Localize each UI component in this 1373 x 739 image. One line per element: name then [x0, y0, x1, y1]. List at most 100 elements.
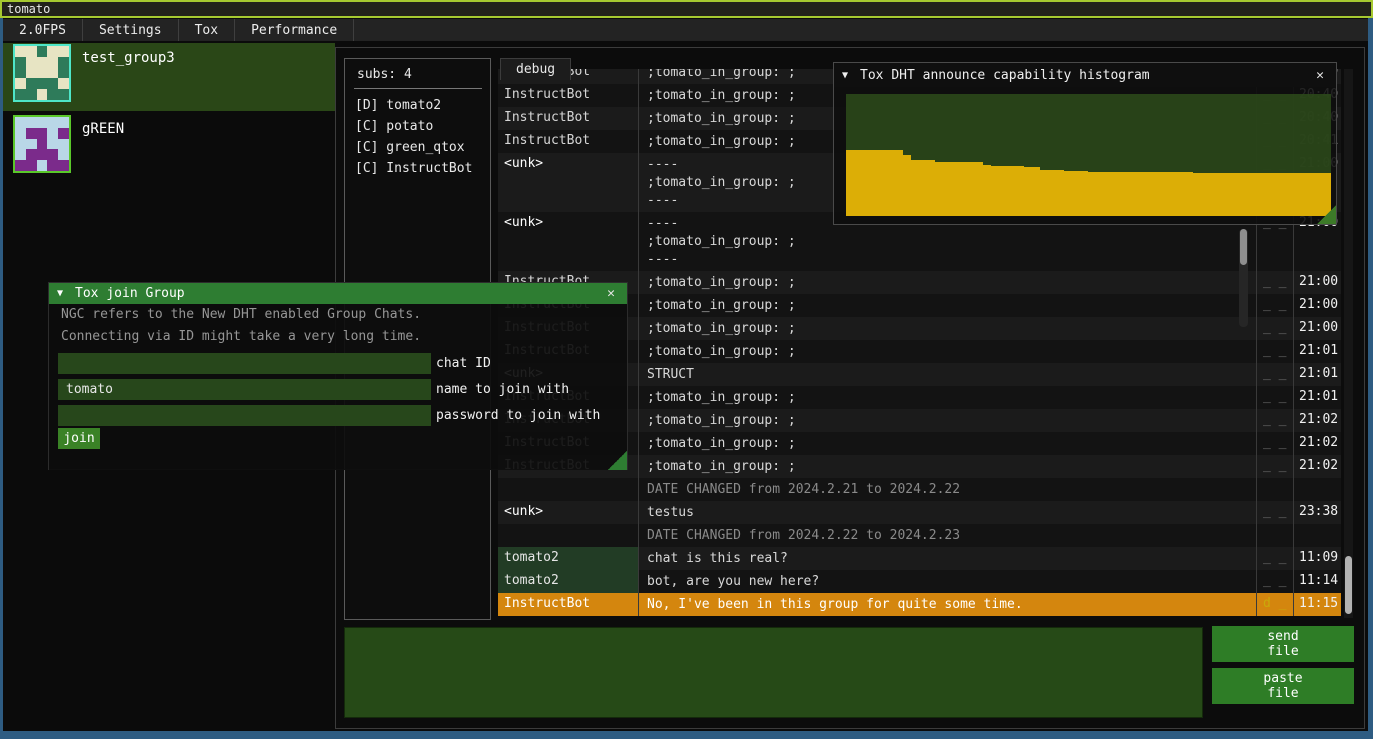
- avatar-pixel: [37, 117, 48, 128]
- chat-row[interactable]: tomato2bot, are you new here?_ _11:14: [498, 570, 1341, 593]
- histogram-bar: [903, 155, 911, 216]
- menu-item-settings[interactable]: Settings: [83, 19, 179, 41]
- chat-row[interactable]: DATE CHANGED from 2024.2.21 to 2024.2.22: [498, 478, 1341, 501]
- window-border-right: [1368, 18, 1373, 739]
- message-status-flags: _ _: [1256, 317, 1293, 340]
- histogram-titlebar[interactable]: ▼ Tox DHT announce capability histogram …: [834, 63, 1336, 87]
- message-text: ;tomato_in_group: ;: [638, 340, 1256, 363]
- subs-member[interactable]: [C] green_qtox: [345, 137, 490, 158]
- chat-row[interactable]: tomato2chat is this real?_ _11:09: [498, 547, 1341, 570]
- avatar-pixel: [37, 139, 48, 150]
- message-status-flags: _ _: [1256, 386, 1293, 409]
- histogram-bar: [1169, 172, 1177, 216]
- chat-row[interactable]: InstructBotNo, I've been in this group f…: [498, 593, 1341, 616]
- message-timestamp: 21:02: [1293, 409, 1341, 432]
- avatar-pixel: [58, 89, 69, 100]
- join-password-input[interactable]: [58, 405, 431, 426]
- subs-member[interactable]: [C] InstructBot: [345, 158, 490, 179]
- chat-row[interactable]: <unk>testus_ _23:38: [498, 501, 1341, 524]
- menu-item-tox[interactable]: Tox: [179, 19, 235, 41]
- avatar-pixel: [15, 68, 26, 79]
- join-group-window: ▼ Tox join Group ✕ NGC refers to the New…: [48, 282, 628, 470]
- message-status-flags: _ _: [1256, 294, 1293, 317]
- collapse-arrow-icon[interactable]: ▼: [842, 70, 848, 81]
- histogram-bar: [1218, 173, 1226, 216]
- resize-handle-icon[interactable]: [1317, 205, 1336, 224]
- avatar-pixel: [58, 57, 69, 68]
- window-title: tomato: [2, 3, 50, 15]
- avatar-pixel: [47, 149, 58, 160]
- group-item-gREEN[interactable]: gREEN: [3, 114, 335, 182]
- avatar-pixel: [37, 160, 48, 171]
- join-group-titlebar[interactable]: ▼ Tox join Group ✕: [49, 283, 627, 304]
- histogram-bar: [1250, 173, 1258, 216]
- message-author: InstructBot: [498, 84, 638, 107]
- avatar-pixel: [15, 78, 26, 89]
- group-item-test_group3[interactable]: test_group3: [3, 43, 335, 111]
- join-name-label: name to join with: [431, 382, 569, 397]
- histogram-bar: [1258, 173, 1266, 216]
- join-button[interactable]: join: [58, 428, 100, 449]
- messages-inner-scrollbar[interactable]: [1239, 229, 1248, 327]
- join-name-input[interactable]: [58, 379, 431, 400]
- histogram-bar: [862, 150, 870, 216]
- group-avatar: [13, 115, 71, 173]
- histogram-bar: [1201, 173, 1209, 216]
- message-text: ;tomato_in_group: ;: [638, 432, 1256, 455]
- message-input[interactable]: [344, 627, 1203, 718]
- message-timestamp: 21:01: [1293, 340, 1341, 363]
- messages-inner-scrollbar-thumb[interactable]: [1240, 229, 1247, 265]
- histogram-bar: [1145, 172, 1153, 216]
- histogram-bar: [1080, 171, 1088, 216]
- avatar-pixel: [37, 89, 48, 100]
- histogram-bar: [983, 165, 991, 216]
- message-status-flags: _ _: [1256, 455, 1293, 478]
- close-icon[interactable]: ✕: [603, 286, 619, 301]
- message-text: ;tomato_in_group: ;: [638, 317, 1256, 340]
- message-status-flags: [1256, 478, 1293, 501]
- close-icon[interactable]: ✕: [1312, 68, 1328, 83]
- histogram-bar: [1032, 167, 1040, 216]
- chat-scrollbar[interactable]: [1344, 69, 1353, 618]
- menu-item-performance[interactable]: Performance: [235, 19, 354, 41]
- avatar-pixel: [15, 89, 26, 100]
- chat-row[interactable]: DATE CHANGED from 2024.2.22 to 2024.2.23: [498, 524, 1341, 547]
- subs-count-label: subs: 4: [345, 59, 490, 86]
- send-file-button[interactable]: send file: [1212, 626, 1354, 662]
- avatar-pixel: [47, 57, 58, 68]
- chat-scrollbar-thumb[interactable]: [1345, 556, 1352, 614]
- avatar-pixel: [26, 89, 37, 100]
- histogram-bar: [894, 150, 902, 216]
- message-status-flags: _ _: [1256, 409, 1293, 432]
- avatar-pixel: [47, 68, 58, 79]
- window-titlebar[interactable]: tomato: [0, 0, 1373, 18]
- message-status-flags: _ _: [1256, 570, 1293, 593]
- avatar-pixel: [37, 78, 48, 89]
- message-text: chat is this real?: [638, 547, 1256, 570]
- histogram-bar: [991, 166, 999, 216]
- histogram-bar: [1242, 173, 1250, 216]
- resize-handle-icon[interactable]: [608, 451, 627, 470]
- paste-file-button[interactable]: paste file: [1212, 668, 1354, 704]
- message-status-flags: [1256, 524, 1293, 547]
- message-text: DATE CHANGED from 2024.2.21 to 2024.2.22: [638, 478, 1256, 501]
- avatar-pixel: [15, 149, 26, 160]
- subs-member[interactable]: [C] potato: [345, 116, 490, 137]
- message-author: <unk>: [498, 501, 638, 524]
- group-avatar: [13, 44, 71, 102]
- avatar-pixel: [37, 149, 48, 160]
- message-timestamp: 21:00: [1293, 317, 1341, 340]
- collapse-arrow-icon[interactable]: ▼: [57, 288, 63, 299]
- message-timestamp: [1293, 478, 1341, 501]
- histogram-bar: [1113, 172, 1121, 216]
- histogram-bar: [1024, 167, 1032, 216]
- subs-member[interactable]: [D] tomato2: [345, 95, 490, 116]
- menu-item-2-0fps[interactable]: 2.0FPS: [3, 19, 83, 41]
- send-file-label: send file: [1267, 629, 1298, 659]
- tab-debug[interactable]: debug: [500, 58, 571, 80]
- message-text: STRUCT: [638, 363, 1256, 386]
- avatar-pixel: [26, 46, 37, 57]
- avatar-pixel: [58, 139, 69, 150]
- chat-id-input[interactable]: [58, 353, 431, 374]
- histogram-bar: [1129, 172, 1137, 216]
